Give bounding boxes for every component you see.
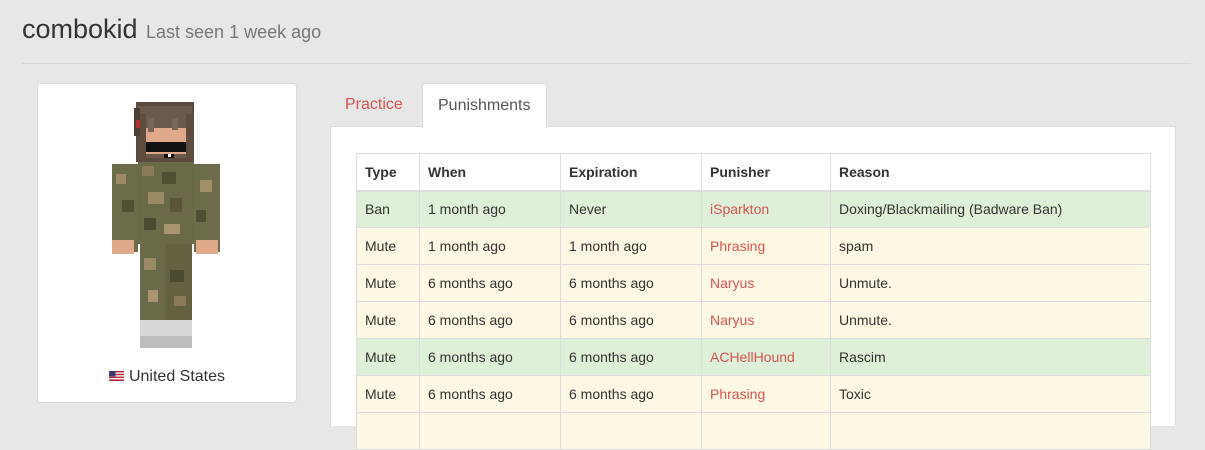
cell-punisher: Naryus	[701, 301, 831, 339]
column-header-expiration: Expiration	[560, 153, 702, 192]
table-row: Mute 6 months ago 6 months ago Naryus Unmute…	[356, 264, 1151, 302]
cell-expiration: 1 month ago	[560, 227, 702, 265]
cell-type: Ban	[356, 190, 420, 228]
cell-reason: Unmute.	[830, 264, 1151, 302]
punisher-link[interactable]: ACHellHound	[710, 349, 795, 365]
table-row: Mute 6 months ago 6 months ago Naryus Unmute…	[356, 301, 1151, 339]
cell-reason	[830, 412, 1151, 450]
punishments-table: Type When Expiration Punisher Reason Ban…	[356, 153, 1151, 450]
table-row: Ban 1 month ago Never iSparkton Doxing/Black…	[356, 190, 1151, 228]
table-row	[356, 412, 1151, 450]
cell-punisher: Phrasing	[701, 227, 831, 265]
cell-expiration: 6 months ago	[560, 375, 702, 413]
cell-type: Mute	[356, 264, 420, 302]
cell-type: Mute	[356, 301, 420, 339]
country-name: United States	[128, 368, 226, 385]
profile-card: United States	[37, 83, 297, 403]
column-header-when: When	[419, 153, 561, 192]
column-header-type: Type	[356, 153, 420, 192]
punishments-panel: Type When Expiration Punisher Reason Ban…	[330, 126, 1176, 450]
last-seen-text: Last seen 1 week ago	[146, 22, 322, 42]
table-header-row: Type When Expiration Punisher Reason	[356, 153, 1151, 192]
punisher-link[interactable]: Naryus	[710, 312, 754, 328]
cell-type: Mute	[356, 375, 420, 413]
table-row: Mute 6 months ago 6 months ago Phrasing Toxi…	[356, 375, 1151, 413]
cell-expiration: 6 months ago	[560, 301, 702, 339]
punisher-link[interactable]: iSparkton	[710, 201, 769, 217]
cell-punisher: ACHellHound	[701, 338, 831, 376]
country-label: United States	[38, 368, 296, 386]
cell-reason: Rascim	[830, 338, 1151, 376]
punisher-link[interactable]: Phrasing	[710, 238, 765, 254]
tab-punishments[interactable]: Punishments	[422, 83, 547, 128]
cell-punisher: Naryus	[701, 264, 831, 302]
cell-expiration: Never	[560, 190, 702, 228]
table-row: Mute 1 month ago 1 month ago Phrasing spam	[356, 227, 1151, 265]
cell-when: 6 months ago	[419, 301, 561, 339]
tab-practice[interactable]: Practice	[330, 83, 418, 127]
cell-when: 6 months ago	[419, 375, 561, 413]
punisher-link[interactable]: Naryus	[710, 275, 754, 291]
profile-header: combokid Last seen 1 week ago	[22, 14, 321, 45]
cell-reason: spam	[830, 227, 1151, 265]
cell-type	[356, 412, 420, 450]
cell-reason: Unmute.	[830, 301, 1151, 339]
cell-when: 1 month ago	[419, 227, 561, 265]
cell-expiration: 6 months ago	[560, 338, 702, 376]
cell-punisher: iSparkton	[701, 190, 831, 228]
cell-punisher: Phrasing	[701, 375, 831, 413]
cell-when: 1 month ago	[419, 190, 561, 228]
us-flag-icon	[108, 370, 124, 381]
cell-when: 6 months ago	[419, 338, 561, 376]
cell-type: Mute	[356, 227, 420, 265]
username: combokid	[22, 14, 138, 44]
header-divider	[22, 63, 1191, 64]
punisher-link[interactable]: Phrasing	[710, 386, 765, 402]
cell-punisher	[701, 412, 831, 450]
cell-reason: Toxic	[830, 375, 1151, 413]
player-skin-image	[112, 102, 220, 348]
cell-reason: Doxing/Blackmailing (Badware Ban)	[830, 190, 1151, 228]
column-header-reason: Reason	[830, 153, 1151, 192]
cell-expiration: 6 months ago	[560, 264, 702, 302]
cell-when: 6 months ago	[419, 264, 561, 302]
cell-type: Mute	[356, 338, 420, 376]
column-header-punisher: Punisher	[701, 153, 831, 192]
cell-when	[419, 412, 561, 450]
table-row: Mute 6 months ago 6 months ago ACHellHound R…	[356, 338, 1151, 376]
cell-expiration	[560, 412, 702, 450]
